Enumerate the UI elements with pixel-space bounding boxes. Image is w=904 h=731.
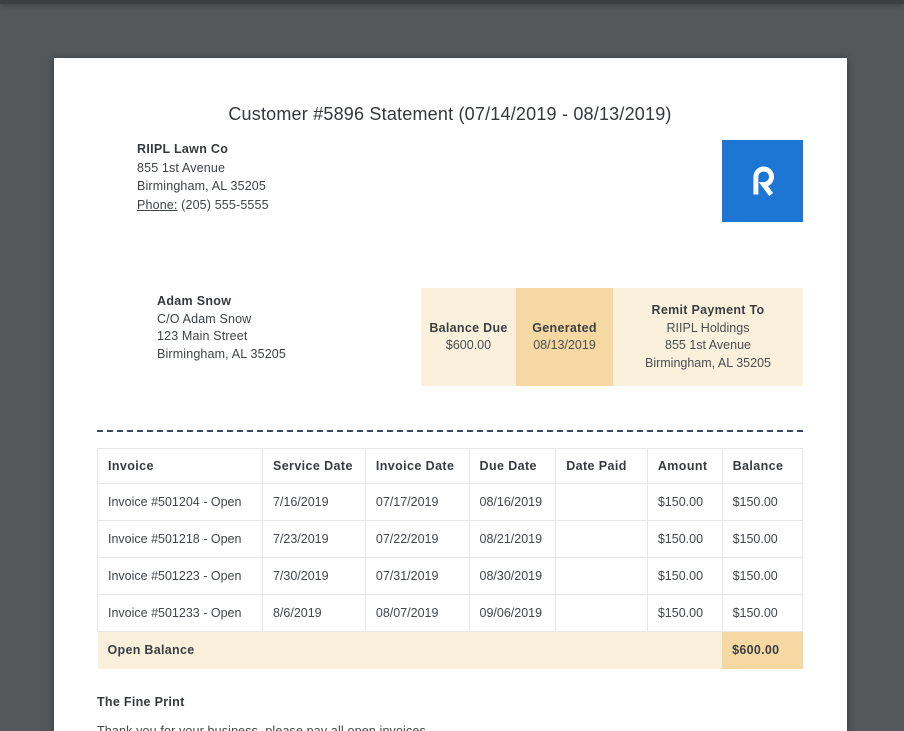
table-row: Invoice #501218 - Open 7/23/2019 07/22/2… xyxy=(97,520,804,558)
open-balance-label: Open Balance xyxy=(97,631,723,669)
balance-due-cell: Balance Due $600.00 xyxy=(421,288,516,386)
generated-cell: Generated 08/13/2019 xyxy=(516,288,613,386)
balance-cell: $150.00 xyxy=(721,594,804,632)
customer-name: Adam Snow xyxy=(157,294,232,308)
balance-due-label: Balance Due xyxy=(429,320,508,335)
due-date-cell: 08/21/2019 xyxy=(468,520,557,558)
statement-header: RIIPL Lawn Co 855 1st Avenue Birmingham,… xyxy=(97,140,803,222)
due-date-cell: 08/30/2019 xyxy=(468,557,557,595)
service-date-cell: 8/6/2019 xyxy=(261,594,366,632)
invoice-table: Invoice Service Date Invoice Date Due Da… xyxy=(97,448,804,669)
phone-value: (205) 555-5555 xyxy=(181,197,269,212)
viewer-top-bar xyxy=(0,0,904,4)
customer-info: Adam Snow C/O Adam Snow 123 Main Street … xyxy=(157,293,286,363)
amount-cell: $150.00 xyxy=(646,594,723,632)
balance-cell: $150.00 xyxy=(721,483,804,521)
phone-label: Phone: xyxy=(137,197,178,212)
company-address-line-1: 855 1st Avenue xyxy=(137,160,226,175)
generated-label: Generated xyxy=(532,320,597,335)
invoice-cell: Invoice #501223 - Open xyxy=(97,557,263,595)
customer-address-line-1: 123 Main Street xyxy=(157,329,248,343)
invoice-cell: Invoice #501218 - Open xyxy=(97,520,263,558)
due-date-cell: 08/16/2019 xyxy=(468,483,557,521)
table-row: Invoice #501223 - Open 7/30/2019 07/31/2… xyxy=(97,557,804,595)
remit-address-line-1: 855 1st Avenue xyxy=(665,338,751,352)
amount-cell: $150.00 xyxy=(646,520,723,558)
fine-print-text: Thank you for your business, please pay … xyxy=(97,723,430,731)
col-header-date-paid: Date Paid xyxy=(555,448,648,484)
col-header-due-date: Due Date xyxy=(468,448,557,484)
billing-section: Adam Snow C/O Adam Snow 123 Main Street … xyxy=(97,288,803,386)
company-address-line-2: Birmingham, AL 35205 xyxy=(137,179,267,193)
dashed-separator xyxy=(97,430,803,432)
company-info: RIIPL Lawn Co 855 1st Avenue Birmingham,… xyxy=(137,140,269,214)
fine-print-heading: The Fine Print xyxy=(97,694,185,709)
invoice-cell: Invoice #501233 - Open xyxy=(97,594,263,632)
remit-address-line-2: Birmingham, AL 35205 xyxy=(644,355,771,370)
generated-value: 08/13/2019 xyxy=(533,338,596,352)
table-header-row: Invoice Service Date Invoice Date Due Da… xyxy=(97,448,804,484)
balance-cell: $150.00 xyxy=(721,520,804,558)
amount-cell: $150.00 xyxy=(646,483,723,521)
customer-care-of: C/O Adam Snow xyxy=(157,311,252,326)
col-header-invoice-date: Invoice Date xyxy=(364,448,470,484)
service-date-cell: 7/16/2019 xyxy=(261,483,366,521)
customer-address-line-2: Birmingham, AL 35205 xyxy=(157,346,287,361)
col-header-invoice: Invoice xyxy=(97,448,263,484)
date-paid-cell xyxy=(555,483,648,521)
table-row: Invoice #501233 - Open 8/6/2019 08/07/20… xyxy=(97,594,804,632)
invoice-date-cell: 07/31/2019 xyxy=(364,557,470,595)
remit-payment-cell: Remit Payment To RIIPL Holdings 855 1st … xyxy=(613,288,803,386)
col-header-amount: Amount xyxy=(646,448,723,484)
col-header-balance: Balance xyxy=(721,448,804,484)
balance-cell: $150.00 xyxy=(721,557,804,595)
remit-name: RIIPL Holdings xyxy=(666,320,750,335)
invoice-date-cell: 07/22/2019 xyxy=(364,520,470,558)
remit-label: Remit Payment To xyxy=(651,303,765,317)
open-balance-value: $600.00 xyxy=(722,631,803,669)
balance-due-value: $600.00 xyxy=(445,338,492,352)
statement-title: Customer #5896 Statement (07/14/2019 - 0… xyxy=(228,104,672,124)
date-paid-cell xyxy=(555,557,648,595)
company-logo xyxy=(722,140,803,222)
date-paid-cell xyxy=(555,520,648,558)
table-row: Invoice #501204 - Open 7/16/2019 07/17/2… xyxy=(97,483,804,521)
invoice-date-cell: 08/07/2019 xyxy=(364,594,470,632)
open-balance-row: Open Balance $600.00 xyxy=(97,631,803,669)
col-header-service-date: Service Date xyxy=(261,448,366,484)
date-paid-cell xyxy=(555,594,648,632)
service-date-cell: 7/30/2019 xyxy=(261,557,366,595)
service-date-cell: 7/23/2019 xyxy=(261,520,366,558)
statement-page: Customer #5896 Statement (07/14/2019 - 0… xyxy=(54,58,847,731)
invoice-date-cell: 07/17/2019 xyxy=(364,483,470,521)
logo-r-icon xyxy=(752,166,774,196)
amount-cell: $150.00 xyxy=(646,557,723,595)
invoice-cell: Invoice #501204 - Open xyxy=(97,483,263,521)
balance-summary: Balance Due $600.00 Generated 08/13/2019… xyxy=(421,288,803,386)
company-phone: Phone: (205) 555-5555 xyxy=(137,196,269,215)
company-name: RIIPL Lawn Co xyxy=(137,142,229,156)
due-date-cell: 09/06/2019 xyxy=(468,594,557,632)
